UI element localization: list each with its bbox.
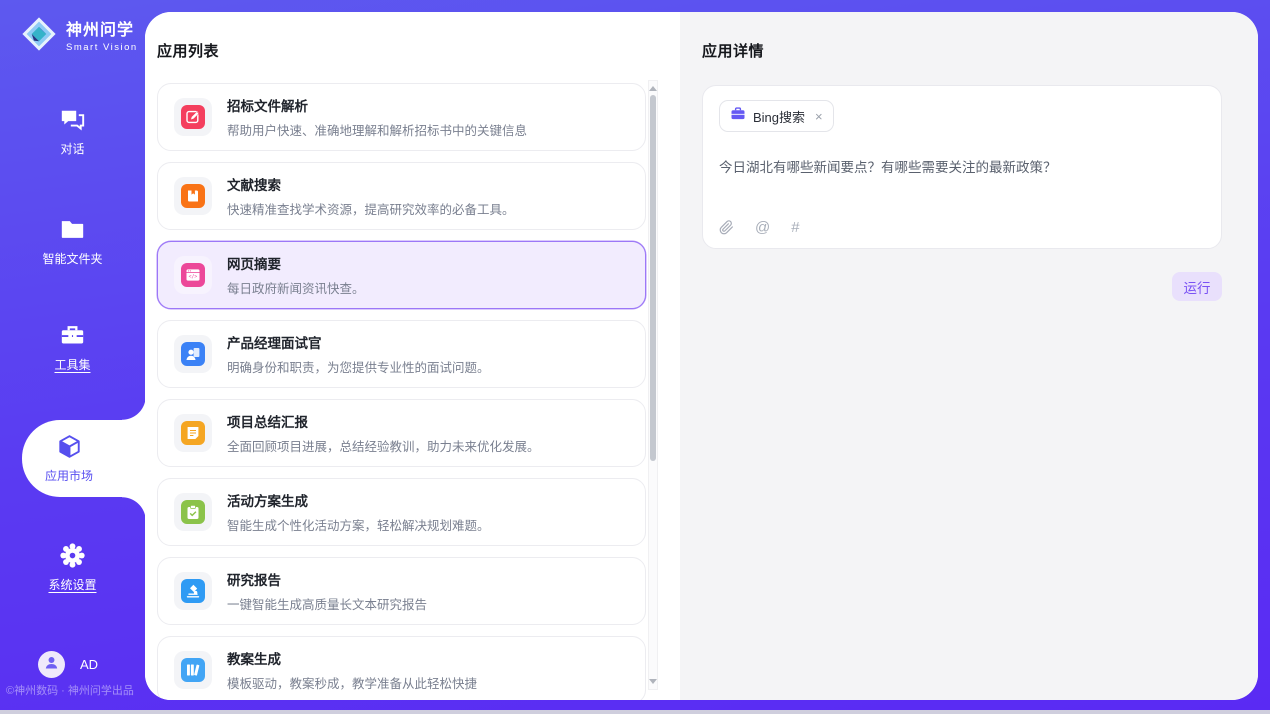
app-card-title: 研究报告 [227,569,427,589]
app-card-description: 模板驱动，教案秒成，教学准备从此轻松快捷 [227,673,477,692]
app-icon-box [174,493,212,531]
app-detail-panel: 应用详情 Bing搜索 × 今日湖北有哪些新闻要点？有哪些需要关注的最新政策？ … [680,12,1258,700]
input-actions: @ # [719,219,800,236]
app-detail-title: 应用详情 [702,40,1222,61]
app-card-title: 项目总结汇报 [227,411,540,431]
sidebar-item-label: 系统设置 [48,576,96,593]
app-card-description: 每日政府新闻资讯快查。 [227,278,365,297]
app-card-description: 一键智能生成高质量长文本研究报告 [227,594,427,613]
app-list-title: 应用列表 [157,40,680,61]
scroll-down-icon[interactable] [649,679,657,684]
tool-tag-label: Bing搜索 [753,107,805,126]
avatar [38,651,65,678]
app-card-description: 帮助用户快速、准确地理解和解析招标书中的关键信息 [227,120,527,139]
chat-icon [59,106,86,133]
run-button[interactable]: 运行 [1172,272,1222,301]
app-card-title: 文献搜索 [227,174,515,194]
app-icon-box [174,572,212,610]
sidebar-item-system-settings[interactable]: 系统设置 [0,536,145,598]
app-card-title: 产品经理面试官 [227,332,490,352]
svg-text:</>: </> [189,274,198,280]
sidebar: 神州问学 Smart Vision 对话 智能文件夹 工具集 应用市场 系统设置… [0,0,145,714]
gear-icon [59,542,86,569]
main-content: 应用列表 招标文件解析 帮助用户快速、准确地理解和解析招标书中的关键信息 文献搜… [145,12,1258,700]
scroll-up-icon[interactable] [649,86,657,91]
note-icon [181,421,205,445]
app-card-description: 全面回顾项目进展，总结经验教训，助力未来优化发展。 [227,436,540,455]
sidebar-item-smart-folders[interactable]: 智能文件夹 [0,210,145,272]
app-card[interactable]: 产品经理面试官 明确身份和职责，为您提供专业性的面试问题。 [157,320,646,388]
user-initials: AD [80,657,98,672]
app-card[interactable]: 教案生成 模板驱动，教案秒成，教学准备从此轻松快捷 [157,636,646,700]
app-window: 神州问学 Smart Vision 对话 智能文件夹 工具集 应用市场 系统设置… [0,0,1270,714]
user-account[interactable]: AD [38,651,98,678]
app-card-title: 招标文件解析 [227,95,527,115]
app-icon-box: </> [174,256,212,294]
mention-icon[interactable]: @ [755,219,770,236]
app-card[interactable]: 活动方案生成 智能生成个性化活动方案，轻松解决规划难题。 [157,478,646,546]
app-card-description: 快速精准查找学术资源，提高研究效率的必备工具。 [227,199,515,218]
app-card-list: 招标文件解析 帮助用户快速、准确地理解和解析招标书中的关键信息 文献搜索 快速精… [157,83,646,700]
book-icon [181,184,205,208]
remove-tag-icon[interactable]: × [815,109,823,124]
app-card-title: 网页摘要 [227,253,365,273]
toolbox-icon [59,322,86,349]
sidebar-item-toolset[interactable]: 工具集 [0,316,145,378]
app-card[interactable]: 研究报告 一键智能生成高质量长文本研究报告 [157,557,646,625]
clipboard-check-icon [181,500,205,524]
microscope-icon [181,579,205,603]
paperclip-icon[interactable] [719,220,734,235]
pen-edit-icon [181,105,205,129]
app-card-title: 教案生成 [227,648,477,668]
sidebar-nav: 对话 智能文件夹 工具集 应用市场 系统设置 [0,0,145,630]
app-card-description: 智能生成个性化活动方案，轻松解决规划难题。 [227,515,490,534]
sidebar-item-chat[interactable]: 对话 [0,100,145,162]
prompt-input-card[interactable]: Bing搜索 × 今日湖北有哪些新闻要点？有哪些需要关注的最新政策？ @ # [702,85,1222,249]
briefcase-icon [730,106,746,127]
app-card[interactable]: 文献搜索 快速精准查找学术资源，提高研究效率的必备工具。 [157,162,646,230]
topic-icon[interactable]: # [791,219,799,236]
scrollbar-thumb[interactable] [650,95,656,461]
app-icon-box [174,414,212,452]
tool-tag-bing-search[interactable]: Bing搜索 × [719,100,834,132]
app-list-panel: 应用列表 招标文件解析 帮助用户快速、准确地理解和解析招标书中的关键信息 文献搜… [145,12,680,700]
scrollbar[interactable] [648,80,658,690]
app-card[interactable]: 招标文件解析 帮助用户快速、准确地理解和解析招标书中的关键信息 [157,83,646,151]
app-card[interactable]: 项目总结汇报 全面回顾项目进展，总结经验教训，助力未来优化发展。 [157,399,646,467]
interviewer-icon [181,342,205,366]
copyright: ©神州数码 · 神州问学出品 [6,682,134,698]
books-icon [181,658,205,682]
cube-icon [56,433,83,460]
sidebar-item-label: 智能文件夹 [42,250,102,267]
app-card-description: 明确身份和职责，为您提供专业性的面试问题。 [227,357,490,376]
sidebar-item-label: 工具集 [54,356,90,373]
sidebar-item-app-market[interactable]: 应用市场 [22,420,146,497]
person-icon [43,654,60,676]
app-icon-box [174,335,212,373]
query-text[interactable]: 今日湖北有哪些新闻要点？有哪些需要关注的最新政策？ [719,158,1205,178]
sidebar-item-label: 应用市场 [45,467,93,484]
app-card[interactable]: </> 网页摘要 每日政府新闻资讯快查。 [157,241,646,309]
sidebar-item-label: 对话 [60,140,84,157]
app-icon-box [174,98,212,136]
bottom-strip [0,710,1270,714]
folder-icon [59,216,86,243]
browser-code-icon: </> [181,263,205,287]
app-card-title: 活动方案生成 [227,490,490,510]
app-icon-box [174,651,212,689]
app-icon-box [174,177,212,215]
